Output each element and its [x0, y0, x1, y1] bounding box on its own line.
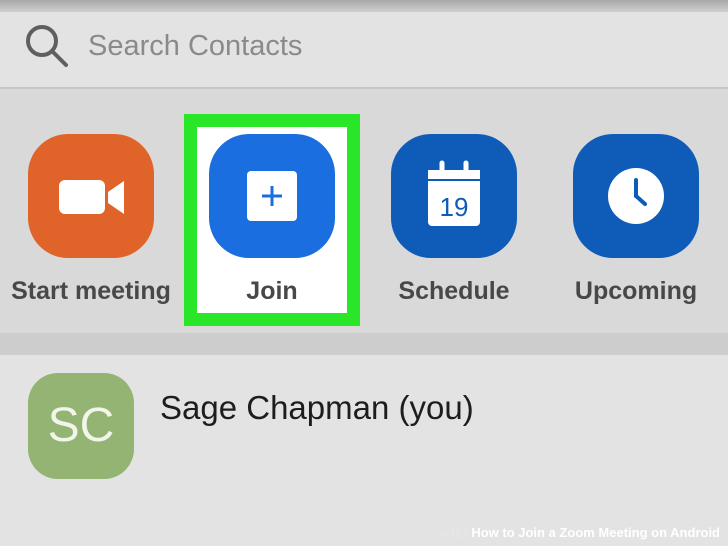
start-meeting-label: Start meeting [11, 277, 171, 305]
watermark: wiki How to Join a Zoom Meeting on Andro… [440, 525, 720, 542]
start-meeting-button[interactable]: Start meeting [11, 89, 171, 333]
upcoming-label: Upcoming [574, 277, 698, 305]
search-bar[interactable] [0, 12, 728, 87]
schedule-tile[interactable]: 19 [391, 134, 517, 258]
calendar-icon: 19 [428, 160, 480, 226]
calendar-day: 19 [440, 192, 469, 222]
join-button[interactable]: Join [209, 89, 335, 333]
search-icon [26, 25, 68, 67]
plus-icon [247, 171, 297, 221]
watermark-brand: wiki [440, 525, 468, 541]
upcoming-tile[interactable] [573, 134, 699, 258]
contact-name: Sage Chapman (you) [160, 389, 474, 426]
start-meeting-tile[interactable] [28, 134, 154, 258]
contact-row[interactable]: SC Sage Chapman (you) wiki How to Join a… [0, 355, 728, 546]
join-tile[interactable] [209, 134, 335, 258]
status-strip [0, 0, 728, 12]
join-label: Join [246, 277, 298, 305]
upcoming-button[interactable]: Upcoming [573, 89, 699, 333]
schedule-label: Schedule [398, 277, 510, 305]
watermark-title: How to Join a Zoom Meeting on Android [471, 525, 720, 540]
clock-icon [608, 168, 664, 224]
schedule-button[interactable]: 19 Schedule [391, 89, 517, 333]
video-camera-icon [59, 180, 124, 214]
search-input[interactable] [86, 24, 690, 68]
section-gap [0, 333, 728, 355]
avatar: SC [28, 373, 134, 479]
